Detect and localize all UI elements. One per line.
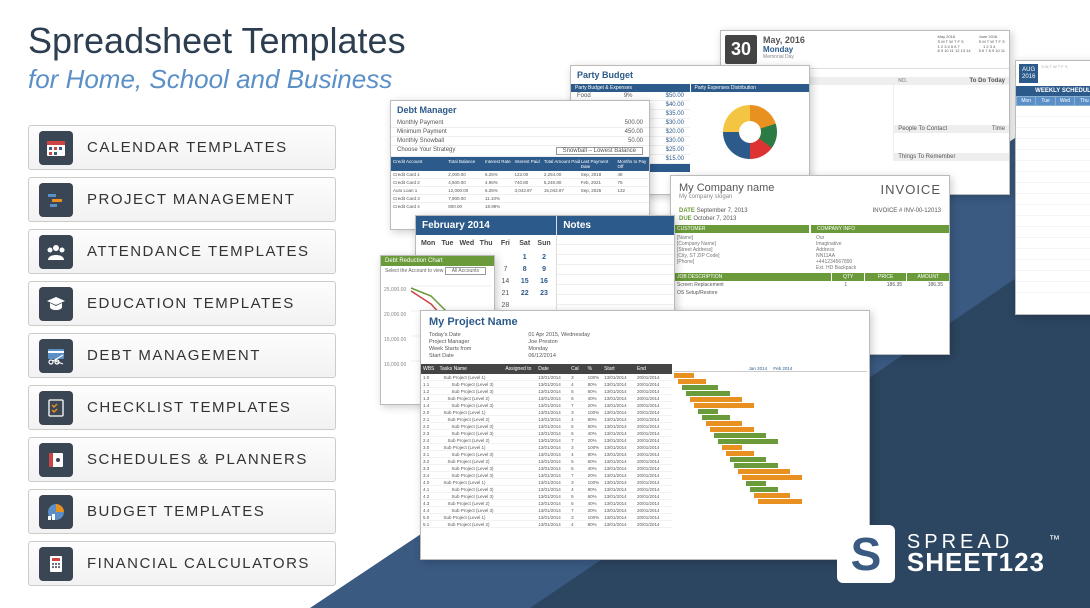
- logo-line2: SHEET123: [907, 551, 1045, 574]
- thumb-debt-manager: Debt Manager Monthly Payment500.00 Minim…: [390, 100, 650, 230]
- thumb-title: Debt Manager: [391, 101, 649, 119]
- nav-item-attendance[interactable]: ATTENDANCE TEMPLATES: [28, 229, 336, 274]
- nav-item-calendar[interactable]: CALENDAR TEMPLATES: [28, 125, 336, 170]
- nav-label: CHECKLIST TEMPLATES: [87, 399, 291, 416]
- nav-label: DEBT MANAGEMENT: [87, 347, 261, 364]
- thumb-weekly-schedule: AUG2016 S M T W T F S WEEKLY SCHEDULE Mo…: [1015, 60, 1090, 315]
- invoice-company: My Company name: [679, 182, 774, 194]
- gantt-icon: [39, 183, 73, 217]
- brand-logo: S SPREAD SHEET123 ™: [837, 525, 1060, 583]
- calendar-title: February 2014: [416, 216, 556, 235]
- scissors-card-icon: [39, 339, 73, 373]
- donut-chart: [723, 105, 777, 159]
- nav-item-schedules[interactable]: SCHEDULES & PLANNERS: [28, 437, 336, 482]
- svg-text:15,000.00: 15,000.00: [384, 337, 406, 343]
- planner-icon: [39, 443, 73, 477]
- graduation-icon: [39, 287, 73, 321]
- nav-item-project[interactable]: PROJECT MANAGEMENT: [28, 177, 336, 222]
- planner-month: May, 2016: [763, 35, 805, 45]
- calculator-icon: [39, 547, 73, 581]
- planner-memorial: Memorial Day: [763, 54, 805, 60]
- svg-text:20,000.00: 20,000.00: [384, 312, 406, 318]
- category-nav: CALENDAR TEMPLATES PROJECT MANAGEMENT AT…: [28, 125, 336, 593]
- thumb-title: Party Budget: [571, 66, 809, 84]
- nav-label: PROJECT MANAGEMENT: [87, 191, 295, 208]
- nav-label: CALENDAR TEMPLATES: [87, 139, 288, 156]
- logo-tm: ™: [1049, 534, 1060, 546]
- svg-text:25,000.00: 25,000.00: [384, 287, 406, 293]
- nav-label: SCHEDULES & PLANNERS: [87, 451, 308, 468]
- nav-item-education[interactable]: EDUCATION TEMPLATES: [28, 281, 336, 326]
- checklist-icon: [39, 391, 73, 425]
- people-icon: [39, 235, 73, 269]
- nav-item-budget[interactable]: BUDGET TEMPLATES: [28, 489, 336, 534]
- nav-item-financial[interactable]: FINANCIAL CALCULATORS: [28, 541, 336, 586]
- template-thumbnails: 30 May, 2016 Monday Memorial Day May 201…: [380, 30, 1080, 550]
- calendar-grid: MonTueWedThuFriSatSun: [416, 235, 556, 252]
- budget-chart-icon: [39, 495, 73, 529]
- planner-day: 30: [725, 35, 757, 64]
- nav-item-debt[interactable]: DEBT MANAGEMENT: [28, 333, 336, 378]
- project-title: My Project Name: [429, 316, 861, 328]
- nav-label: BUDGET TEMPLATES: [87, 503, 265, 520]
- logo-mark: S: [837, 525, 895, 583]
- invoice-label: INVOICE: [881, 182, 941, 200]
- calendar-icon: [39, 131, 73, 165]
- svg-text:10,000.00: 10,000.00: [384, 362, 406, 368]
- nav-label: EDUCATION TEMPLATES: [87, 295, 295, 312]
- thumb-project-gantt: My Project Name Today's Date01 Apr 2015,…: [420, 310, 870, 560]
- nav-label: FINANCIAL CALCULATORS: [87, 555, 310, 572]
- planner-weekday: Monday: [763, 45, 805, 54]
- nav-item-checklist[interactable]: CHECKLIST TEMPLATES: [28, 385, 336, 430]
- nav-label: ATTENDANCE TEMPLATES: [87, 243, 310, 260]
